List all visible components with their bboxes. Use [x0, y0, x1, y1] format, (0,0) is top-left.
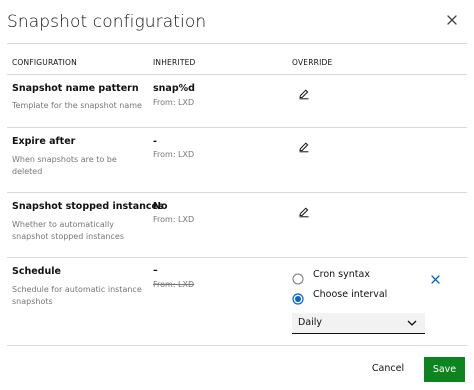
inherited-value: snap%d [153, 83, 195, 94]
inherited-from: From: LXD [153, 280, 195, 289]
inherited-value: - [153, 136, 157, 147]
column-header-inherited: INHERITED [153, 58, 196, 67]
row-description: Template for the snapshot name [12, 101, 142, 110]
radio-unchecked-icon [292, 273, 304, 285]
radio-label-cron-syntax[interactable]: Cron syntax [313, 269, 370, 280]
inherited-value: – [153, 265, 158, 276]
header-divider [7, 43, 467, 44]
inherited-from: From: LXD [153, 215, 195, 224]
row-title-schedule: Schedule [12, 266, 61, 277]
edit-icon [299, 207, 309, 218]
inherited-from: From: LXD [153, 98, 195, 107]
footer-divider [7, 345, 467, 346]
radio-checked-icon [292, 293, 304, 305]
row-title-expire-after: Expire after [12, 136, 76, 147]
interval-select[interactable]: Daily [292, 313, 425, 334]
row-description: When snapshots are to be deleted [12, 155, 117, 176]
override-edit-button-snapshot-stopped-instances[interactable] [298, 203, 310, 218]
edit-icon [299, 142, 309, 153]
inherited-value: No [153, 201, 168, 212]
chevron-down-icon [407, 320, 417, 326]
close-button[interactable] [442, 10, 462, 30]
save-button[interactable]: Save [424, 357, 465, 382]
radio-label-choose-interval[interactable]: Choose interval [313, 289, 387, 300]
clear-override-button[interactable] [430, 270, 441, 284]
table-header-divider [7, 74, 467, 75]
modal-title: Snapshot configuration [7, 12, 207, 32]
radio-choose-interval[interactable] [292, 290, 304, 305]
override-edit-button-expire-after[interactable] [298, 138, 310, 153]
column-header-configuration: CONFIGURATION [12, 58, 77, 67]
row-description: Whether to automatically snapshot stoppe… [12, 220, 124, 241]
cancel-button[interactable]: Cancel [363, 357, 413, 381]
interval-select-value: Daily [298, 317, 323, 328]
override-edit-button-snapshot-name-pattern[interactable] [298, 85, 310, 100]
radio-cron-syntax[interactable] [292, 270, 304, 285]
row-description: Schedule for automatic instance snapshot… [12, 285, 142, 306]
edit-icon [299, 89, 309, 100]
close-icon [447, 15, 457, 25]
row-divider [7, 192, 467, 193]
row-divider [7, 127, 467, 128]
row-title-snapshot-name-pattern: Snapshot name pattern [12, 83, 139, 94]
column-header-override: OVERRIDE [292, 58, 333, 67]
snapshot-configuration-modal: Snapshot configuration CONFIGURATION INH… [0, 0, 474, 390]
close-icon [431, 275, 440, 284]
row-title-snapshot-stopped-instances: Snapshot stopped instances [12, 201, 164, 212]
inherited-from: From: LXD [153, 150, 195, 159]
row-divider [7, 257, 467, 258]
